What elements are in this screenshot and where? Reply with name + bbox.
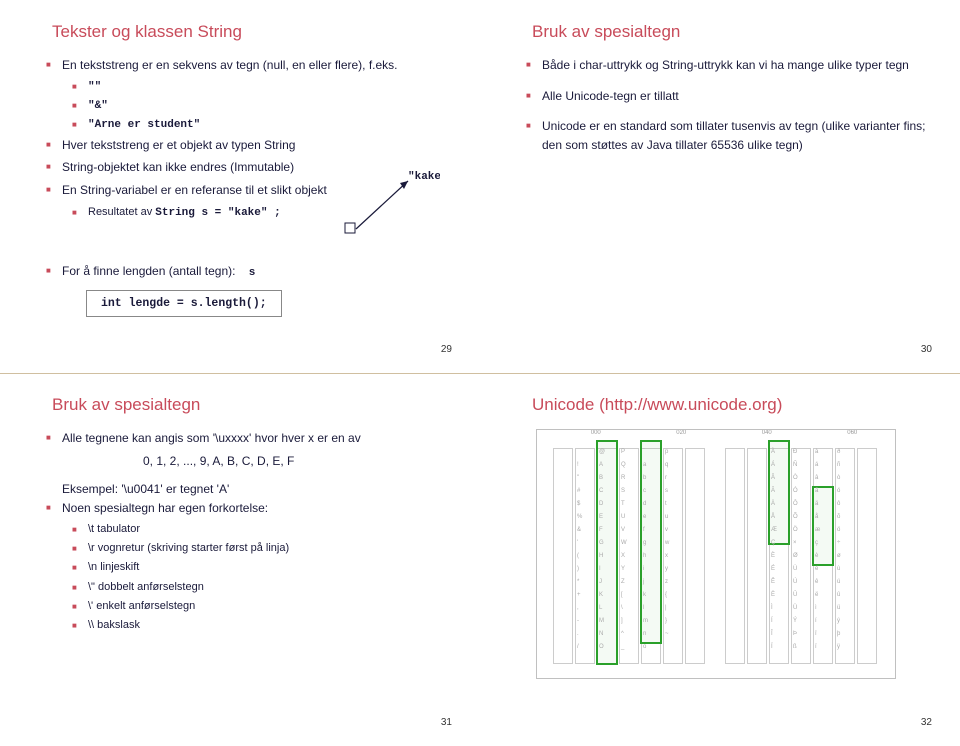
sub-bullet: \n linjeskift — [88, 559, 452, 576]
bullet: Noen spesialtegn har egen forkortelse: — [62, 499, 452, 518]
slide-title: Tekster og klassen String — [52, 22, 452, 42]
page-number: 31 — [441, 717, 452, 728]
code-length: int lengde = s.length(); — [86, 290, 282, 318]
sub-bullet: "&" — [88, 98, 452, 115]
bullet: String-objektet kan ikke endres (Immutab… — [62, 158, 452, 177]
unicode-chart: 000 020 040 060 @ABCDEFGHIJKLMNO PQRSTUV… — [536, 429, 896, 679]
page-number: 30 — [921, 344, 932, 355]
sub-bullet: "Arne er student" — [88, 117, 452, 134]
slide-title: Unicode (http://www.unicode.org) — [532, 395, 932, 415]
bullet: En tekststreng er en sekvens av tegn (nu… — [62, 56, 452, 75]
col-hdr: 060 — [810, 430, 896, 440]
col-hdr: 020 — [639, 430, 725, 440]
find-length-label: For å finne lengden (antall tegn): — [62, 264, 235, 278]
slide-content: Både i char-uttrykk og String-uttrykk ka… — [508, 56, 932, 154]
stmt-prefix: Resultatet av — [88, 206, 155, 218]
bullet: Både i char-uttrykk og String-uttrykk ka… — [542, 56, 932, 75]
slide-title: Bruk av spesialtegn — [532, 22, 932, 42]
slide-29: Tekster og klassen String En tekststreng… — [0, 0, 480, 373]
sub-bullet: \' enkelt anførselstegn — [88, 598, 452, 615]
col-hdr: 040 — [724, 430, 810, 440]
sub-bullet: \\ bakslask — [88, 617, 452, 634]
page-number: 32 — [921, 717, 932, 728]
slide-content: Alle tegnene kan angis som '\uxxxx' hvor… — [28, 429, 452, 634]
sub-bullet: \t tabulator — [88, 521, 452, 538]
slide-32: Unicode (http://www.unicode.org) 000 020… — [480, 373, 960, 746]
bullet: Hver tekststreng er et objekt av typen S… — [62, 136, 452, 155]
chart-header-row: 000 020 040 060 — [537, 430, 895, 440]
s-label: s — [249, 265, 256, 282]
slide-31: Bruk av spesialtegn Alle tegnene kan ang… — [0, 373, 480, 746]
bullet: En String-variabel er en referanse til e… — [62, 181, 452, 200]
example-line: Eksempel: '\u0041' er tegnet 'A' — [62, 480, 452, 499]
bullet: Alle Unicode-tegn er tillatt — [542, 87, 932, 106]
bullet: For å finne lengden (antall tegn): s — [62, 262, 452, 282]
sub-bullet: \r vognretur (skriving starter først på … — [88, 540, 452, 557]
slide-content: En tekststreng er en sekvens av tegn (nu… — [28, 56, 452, 317]
stmt-code: String s = "kake" ; — [155, 207, 280, 219]
bullet: Unicode er en standard som tillater tuse… — [542, 117, 932, 154]
page-number: 29 — [441, 344, 452, 355]
slide-title: Bruk av spesialtegn — [52, 395, 452, 415]
slide-30: Bruk av spesialtegn Både i char-uttrykk … — [480, 0, 960, 373]
sub-bullet: Resultatet av String s = "kake" ; — [88, 204, 452, 222]
col-hdr: 000 — [553, 430, 639, 440]
bullet: Alle tegnene kan angis som '\uxxxx' hvor… — [62, 429, 452, 448]
sub-bullet: "" — [88, 79, 452, 96]
sub-bullet: \" dobbelt anførselstegn — [88, 579, 452, 596]
hex-digits: 0, 1, 2, ..., 9, A, B, C, D, E, F — [143, 452, 452, 471]
